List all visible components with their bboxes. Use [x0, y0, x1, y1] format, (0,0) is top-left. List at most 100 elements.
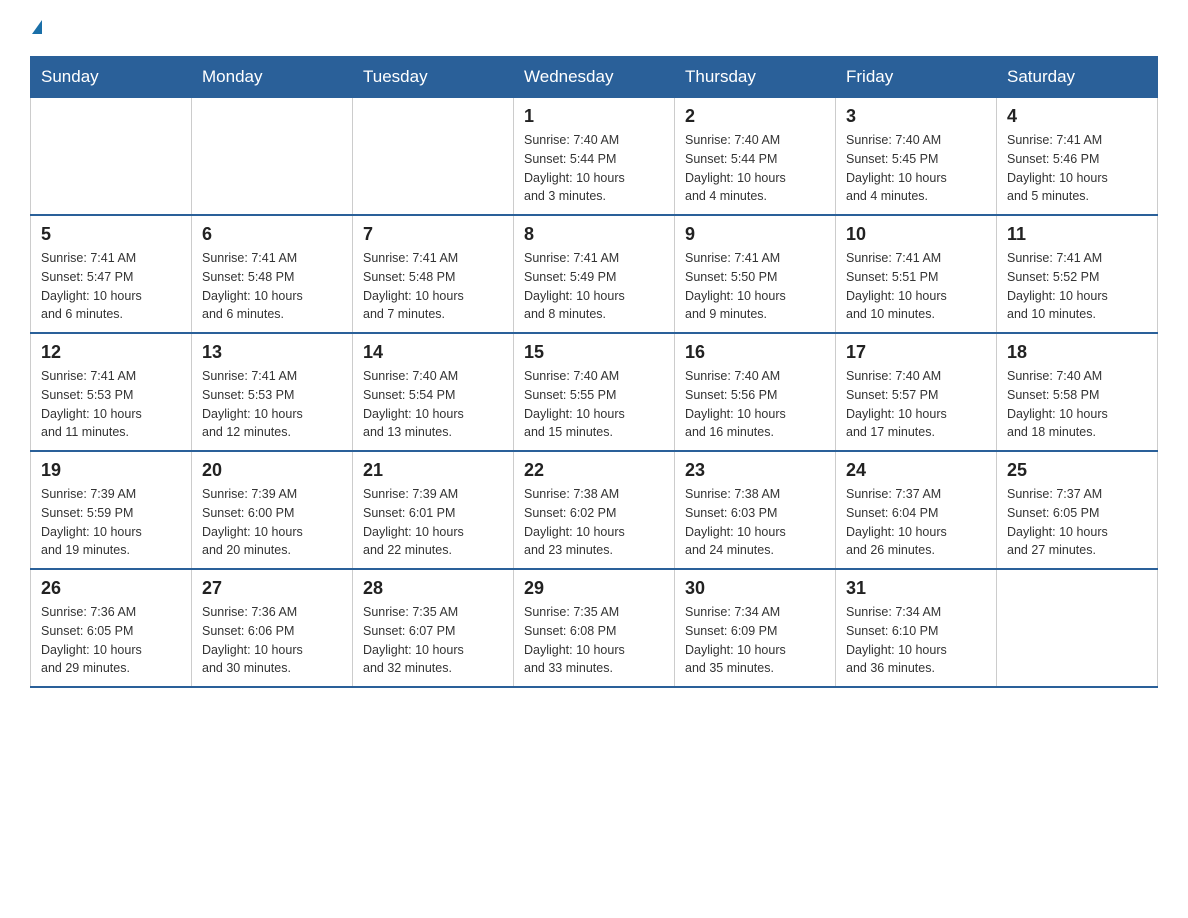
day-info: Sunrise: 7:37 AMSunset: 6:04 PMDaylight:…	[846, 485, 986, 560]
calendar-cell: 19Sunrise: 7:39 AMSunset: 5:59 PMDayligh…	[31, 451, 192, 569]
day-number: 13	[202, 342, 342, 363]
day-info: Sunrise: 7:41 AMSunset: 5:48 PMDaylight:…	[363, 249, 503, 324]
calendar-cell: 5 Sunrise: 7:41 AMSunset: 5:47 PMDaylight…	[31, 215, 192, 333]
day-info: Sunrise: 7:41 AMSunset: 5:47 PMDaylight:…	[41, 249, 181, 324]
day-number: 24	[846, 460, 986, 481]
day-info: Sunrise: 7:38 AMSunset: 6:02 PMDaylight:…	[524, 485, 664, 560]
day-info: Sunrise: 7:38 AMSunset: 6:03 PMDaylight:…	[685, 485, 825, 560]
day-info: Sunrise: 7:35 AMSunset: 6:07 PMDaylight:…	[363, 603, 503, 678]
day-info: Sunrise: 7:35 AMSunset: 6:08 PMDaylight:…	[524, 603, 664, 678]
weekday-header-saturday: Saturday	[997, 57, 1158, 98]
day-info: Sunrise: 7:36 AMSunset: 6:06 PMDaylight:…	[202, 603, 342, 678]
weekday-header-wednesday: Wednesday	[514, 57, 675, 98]
page-header	[30, 20, 1158, 36]
calendar-cell: 10Sunrise: 7:41 AMSunset: 5:51 PMDayligh…	[836, 215, 997, 333]
day-number: 29	[524, 578, 664, 599]
calendar-week-row: 5 Sunrise: 7:41 AMSunset: 5:47 PMDaylight…	[31, 215, 1158, 333]
day-number: 4	[1007, 106, 1147, 127]
day-info: Sunrise: 7:40 AMSunset: 5:44 PMDaylight:…	[685, 131, 825, 206]
day-number: 26	[41, 578, 181, 599]
calendar-cell	[997, 569, 1158, 687]
day-info: Sunrise: 7:40 AMSunset: 5:55 PMDaylight:…	[524, 367, 664, 442]
calendar-cell: 2 Sunrise: 7:40 AMSunset: 5:44 PMDaylight…	[675, 98, 836, 216]
calendar-cell: 25 Sunrise: 7:37 AMSunset: 6:05 PMDayligh…	[997, 451, 1158, 569]
day-number: 25	[1007, 460, 1147, 481]
day-number: 15	[524, 342, 664, 363]
weekday-header-thursday: Thursday	[675, 57, 836, 98]
day-info: Sunrise: 7:41 AMSunset: 5:50 PMDaylight:…	[685, 249, 825, 324]
calendar-cell: 3 Sunrise: 7:40 AMSunset: 5:45 PMDaylight…	[836, 98, 997, 216]
calendar-cell: 24 Sunrise: 7:37 AMSunset: 6:04 PMDayligh…	[836, 451, 997, 569]
day-number: 5	[41, 224, 181, 245]
calendar-cell: 21 Sunrise: 7:39 AMSunset: 6:01 PMDayligh…	[353, 451, 514, 569]
day-number: 17	[846, 342, 986, 363]
calendar-cell: 9 Sunrise: 7:41 AMSunset: 5:50 PMDaylight…	[675, 215, 836, 333]
day-number: 14	[363, 342, 503, 363]
calendar-cell: 29 Sunrise: 7:35 AMSunset: 6:08 PMDayligh…	[514, 569, 675, 687]
calendar-cell: 30 Sunrise: 7:34 AMSunset: 6:09 PMDayligh…	[675, 569, 836, 687]
logo	[30, 20, 42, 36]
calendar-header-row: SundayMondayTuesdayWednesdayThursdayFrid…	[31, 57, 1158, 98]
calendar-cell: 22 Sunrise: 7:38 AMSunset: 6:02 PMDayligh…	[514, 451, 675, 569]
calendar-week-row: 1 Sunrise: 7:40 AMSunset: 5:44 PMDaylight…	[31, 98, 1158, 216]
calendar-cell: 4 Sunrise: 7:41 AMSunset: 5:46 PMDaylight…	[997, 98, 1158, 216]
calendar-cell: 6Sunrise: 7:41 AMSunset: 5:48 PMDaylight…	[192, 215, 353, 333]
day-info: Sunrise: 7:40 AMSunset: 5:58 PMDaylight:…	[1007, 367, 1147, 442]
calendar-cell: 1Sunrise: 7:40 AMSunset: 5:44 PMDaylight…	[514, 98, 675, 216]
day-info: Sunrise: 7:40 AMSunset: 5:54 PMDaylight:…	[363, 367, 503, 442]
day-number: 1	[524, 106, 664, 127]
day-info: Sunrise: 7:39 AMSunset: 6:00 PMDaylight:…	[202, 485, 342, 560]
calendar-week-row: 26Sunrise: 7:36 AMSunset: 6:05 PMDayligh…	[31, 569, 1158, 687]
day-number: 16	[685, 342, 825, 363]
day-number: 12	[41, 342, 181, 363]
day-info: Sunrise: 7:41 AMSunset: 5:49 PMDaylight:…	[524, 249, 664, 324]
weekday-header-tuesday: Tuesday	[353, 57, 514, 98]
calendar-cell	[353, 98, 514, 216]
calendar-cell: 14 Sunrise: 7:40 AMSunset: 5:54 PMDayligh…	[353, 333, 514, 451]
day-number: 3	[846, 106, 986, 127]
day-number: 10	[846, 224, 986, 245]
day-info: Sunrise: 7:39 AMSunset: 6:01 PMDaylight:…	[363, 485, 503, 560]
calendar-cell: 18Sunrise: 7:40 AMSunset: 5:58 PMDayligh…	[997, 333, 1158, 451]
calendar-week-row: 19Sunrise: 7:39 AMSunset: 5:59 PMDayligh…	[31, 451, 1158, 569]
day-number: 22	[524, 460, 664, 481]
calendar-cell: 28 Sunrise: 7:35 AMSunset: 6:07 PMDayligh…	[353, 569, 514, 687]
calendar-cell: 17 Sunrise: 7:40 AMSunset: 5:57 PMDayligh…	[836, 333, 997, 451]
day-info: Sunrise: 7:34 AMSunset: 6:10 PMDaylight:…	[846, 603, 986, 678]
calendar-cell	[192, 98, 353, 216]
day-info: Sunrise: 7:41 AMSunset: 5:46 PMDaylight:…	[1007, 131, 1147, 206]
weekday-header-sunday: Sunday	[31, 57, 192, 98]
day-info: Sunrise: 7:41 AMSunset: 5:53 PMDaylight:…	[202, 367, 342, 442]
calendar-cell: 8 Sunrise: 7:41 AMSunset: 5:49 PMDaylight…	[514, 215, 675, 333]
day-number: 7	[363, 224, 503, 245]
calendar-table: SundayMondayTuesdayWednesdayThursdayFrid…	[30, 56, 1158, 688]
day-info: Sunrise: 7:41 AMSunset: 5:48 PMDaylight:…	[202, 249, 342, 324]
calendar-cell: 20 Sunrise: 7:39 AMSunset: 6:00 PMDayligh…	[192, 451, 353, 569]
day-info: Sunrise: 7:41 AMSunset: 5:52 PMDaylight:…	[1007, 249, 1147, 324]
day-number: 2	[685, 106, 825, 127]
day-number: 11	[1007, 224, 1147, 245]
calendar-cell: 7 Sunrise: 7:41 AMSunset: 5:48 PMDaylight…	[353, 215, 514, 333]
day-info: Sunrise: 7:34 AMSunset: 6:09 PMDaylight:…	[685, 603, 825, 678]
calendar-cell: 15 Sunrise: 7:40 AMSunset: 5:55 PMDayligh…	[514, 333, 675, 451]
day-info: Sunrise: 7:41 AMSunset: 5:53 PMDaylight:…	[41, 367, 181, 442]
day-number: 8	[524, 224, 664, 245]
day-number: 28	[363, 578, 503, 599]
calendar-cell: 26Sunrise: 7:36 AMSunset: 6:05 PMDayligh…	[31, 569, 192, 687]
day-number: 30	[685, 578, 825, 599]
calendar-cell: 13 Sunrise: 7:41 AMSunset: 5:53 PMDayligh…	[192, 333, 353, 451]
calendar-cell: 27Sunrise: 7:36 AMSunset: 6:06 PMDayligh…	[192, 569, 353, 687]
weekday-header-monday: Monday	[192, 57, 353, 98]
day-number: 21	[363, 460, 503, 481]
day-number: 20	[202, 460, 342, 481]
day-info: Sunrise: 7:40 AMSunset: 5:56 PMDaylight:…	[685, 367, 825, 442]
day-number: 23	[685, 460, 825, 481]
calendar-cell	[31, 98, 192, 216]
calendar-week-row: 12 Sunrise: 7:41 AMSunset: 5:53 PMDayligh…	[31, 333, 1158, 451]
day-info: Sunrise: 7:40 AMSunset: 5:57 PMDaylight:…	[846, 367, 986, 442]
day-info: Sunrise: 7:37 AMSunset: 6:05 PMDaylight:…	[1007, 485, 1147, 560]
weekday-header-friday: Friday	[836, 57, 997, 98]
day-number: 9	[685, 224, 825, 245]
day-info: Sunrise: 7:40 AMSunset: 5:45 PMDaylight:…	[846, 131, 986, 206]
calendar-cell: 23 Sunrise: 7:38 AMSunset: 6:03 PMDayligh…	[675, 451, 836, 569]
